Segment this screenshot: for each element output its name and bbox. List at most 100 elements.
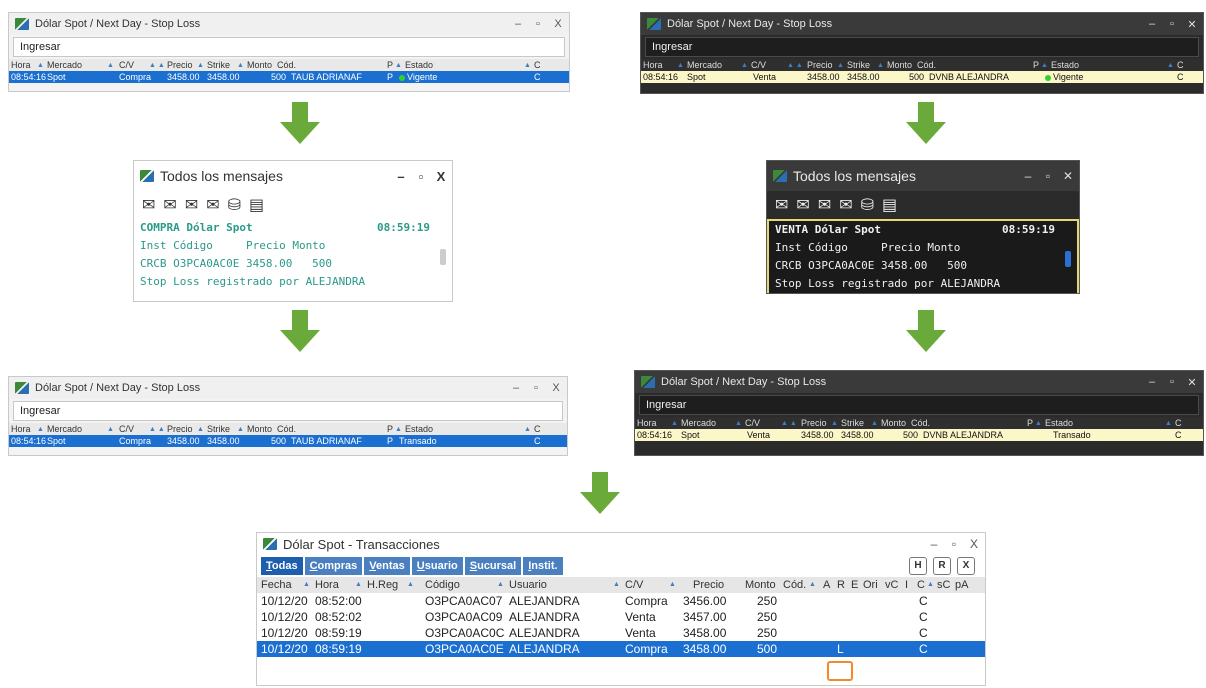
maximize-icon[interactable]: ▫ xyxy=(531,382,541,394)
database-icon[interactable]: ⛁ xyxy=(228,195,241,215)
maximize-icon[interactable]: ▫ xyxy=(533,18,543,30)
col-precio[interactable]: Precio xyxy=(167,424,193,434)
col-codigo[interactable]: Código xyxy=(425,577,460,593)
mail-check-icon[interactable]: ✉ xyxy=(185,195,198,215)
col-p[interactable]: P xyxy=(387,60,393,70)
maximize-icon[interactable]: ▫ xyxy=(416,169,426,184)
col-precio[interactable]: Precio xyxy=(801,418,827,428)
mail-search-icon[interactable]: ✉ xyxy=(839,195,852,215)
scrollbar[interactable] xyxy=(1063,221,1073,293)
col-precio[interactable]: Precio xyxy=(807,60,833,70)
col-p[interactable]: P xyxy=(387,424,393,434)
table-row[interactable]: 10/12/20 08:52:02 O3PCA0AC09 ALEJANDRA V… xyxy=(257,609,985,625)
col-fecha[interactable]: Fecha xyxy=(261,577,292,593)
close-icon[interactable]: X xyxy=(551,382,561,394)
close-icon[interactable]: X xyxy=(436,169,446,184)
mail-open-icon[interactable]: ✉ xyxy=(142,195,155,215)
col-cod[interactable]: Cód. xyxy=(277,60,296,70)
col-monto[interactable]: Monto xyxy=(247,424,272,434)
col-strike[interactable]: Strike xyxy=(207,424,230,434)
col-strike[interactable]: Strike xyxy=(847,60,870,70)
close-icon[interactable]: ✕ xyxy=(1187,18,1197,31)
col-cod[interactable]: Cód. xyxy=(783,577,806,593)
close-icon[interactable]: ✕ xyxy=(1063,169,1073,183)
col-mercado[interactable]: Mercado xyxy=(687,60,722,70)
col-strike[interactable]: Strike xyxy=(207,60,230,70)
col-estado[interactable]: Estado xyxy=(405,60,433,70)
mail-read-icon[interactable]: ✉ xyxy=(163,195,176,215)
col-strike[interactable]: Strike xyxy=(841,418,864,428)
col-cv[interactable]: C/V xyxy=(625,577,643,593)
col-monto[interactable]: Monto xyxy=(881,418,906,428)
close-icon[interactable]: X xyxy=(969,537,979,551)
mail-search-icon[interactable]: ✉ xyxy=(206,195,219,215)
col-estado[interactable]: Estado xyxy=(405,424,433,434)
tab-todas[interactable]: Todas xyxy=(261,557,303,575)
maximize-icon[interactable]: ▫ xyxy=(1167,18,1177,31)
col-r[interactable]: R xyxy=(837,577,845,593)
col-c[interactable]: C xyxy=(917,577,925,593)
col-cv[interactable]: C/V xyxy=(119,60,134,70)
minimize-icon[interactable]: – xyxy=(511,382,521,394)
col-a[interactable]: A xyxy=(823,577,830,593)
table-row[interactable]: 08:54:16 Spot Venta 3458.00 3458.00 500 … xyxy=(635,429,1203,441)
table-row[interactable]: 10/12/20 08:52:00 O3PCA0AC07 ALEJANDRA C… xyxy=(257,593,985,609)
table-row[interactable]: 08:54:16 Spot Compra 3458.00 3458.00 500… xyxy=(9,435,567,447)
col-c[interactable]: C xyxy=(534,60,541,70)
col-p[interactable]: P xyxy=(1027,418,1033,428)
scrollbar[interactable] xyxy=(438,219,448,299)
table-row[interactable]: 08:54:16 Spot Compra 3458.00 3458.00 500… xyxy=(9,71,569,83)
col-cv[interactable]: C/V xyxy=(119,424,134,434)
minimize-icon[interactable]: – xyxy=(929,537,939,551)
document-icon[interactable]: ▤ xyxy=(882,195,897,215)
col-hora[interactable]: Hora xyxy=(11,60,31,70)
tab-instit[interactable]: Instit. xyxy=(523,557,563,575)
col-hora[interactable]: Hora xyxy=(11,424,31,434)
col-monto[interactable]: Monto xyxy=(745,577,776,593)
col-hora[interactable]: Hora xyxy=(643,60,663,70)
close-icon[interactable]: ✕ xyxy=(1187,376,1197,389)
maximize-icon[interactable]: ▫ xyxy=(1167,376,1177,389)
tab-sucursal[interactable]: Sucursal xyxy=(464,557,522,575)
minimize-icon[interactable]: – xyxy=(513,18,523,30)
database-icon[interactable]: ⛁ xyxy=(861,195,874,215)
ingresar-input[interactable]: Ingresar xyxy=(639,395,1199,415)
table-row-selected[interactable]: 10/12/20 08:59:19 O3PCA0AC0E ALEJANDRA C… xyxy=(257,641,985,657)
report-icon[interactable]: R xyxy=(933,557,951,575)
col-mercado[interactable]: Mercado xyxy=(47,60,82,70)
col-estado[interactable]: Estado xyxy=(1045,418,1073,428)
col-i[interactable]: I xyxy=(905,577,908,593)
col-cod[interactable]: Cód. xyxy=(917,60,936,70)
col-hora[interactable]: Hora xyxy=(315,577,339,593)
minimize-icon[interactable]: – xyxy=(396,169,406,184)
col-e[interactable]: E xyxy=(851,577,858,593)
col-cod[interactable]: Cód. xyxy=(911,418,930,428)
col-vc[interactable]: vC xyxy=(885,577,898,593)
maximize-icon[interactable]: ▫ xyxy=(949,537,959,551)
col-estado[interactable]: Estado xyxy=(1051,60,1079,70)
col-sc[interactable]: sC xyxy=(937,577,950,593)
table-row[interactable]: 10/12/20 08:59:19 O3PCA0AC0C ALEJANDRA V… xyxy=(257,625,985,641)
document-icon[interactable]: ▤ xyxy=(249,195,264,215)
history-icon[interactable]: H xyxy=(909,557,927,575)
mail-read-icon[interactable]: ✉ xyxy=(796,195,809,215)
col-p[interactable]: P xyxy=(1033,60,1039,70)
col-ori[interactable]: Ori xyxy=(863,577,878,593)
col-precio[interactable]: Precio xyxy=(693,577,724,593)
col-hora[interactable]: Hora xyxy=(637,418,657,428)
col-c[interactable]: C xyxy=(1177,60,1184,70)
export-excel-icon[interactable]: X xyxy=(957,557,975,575)
close-icon[interactable]: X xyxy=(553,18,563,30)
col-usuario[interactable]: Usuario xyxy=(509,577,547,593)
col-mercado[interactable]: Mercado xyxy=(47,424,82,434)
col-pa[interactable]: pA xyxy=(955,577,968,593)
col-mercado[interactable]: Mercado xyxy=(681,418,716,428)
ingresar-input[interactable]: Ingresar xyxy=(13,37,565,57)
mail-open-icon[interactable]: ✉ xyxy=(775,195,788,215)
col-c[interactable]: C xyxy=(1175,418,1182,428)
col-cv[interactable]: C/V xyxy=(751,60,766,70)
table-row[interactable]: 08:54:16 Spot Venta 3458.00 3458.00 500 … xyxy=(641,71,1203,83)
minimize-icon[interactable]: – xyxy=(1147,376,1157,389)
tab-usuario[interactable]: Usuario xyxy=(411,557,463,575)
col-cod[interactable]: Cód. xyxy=(277,424,296,434)
